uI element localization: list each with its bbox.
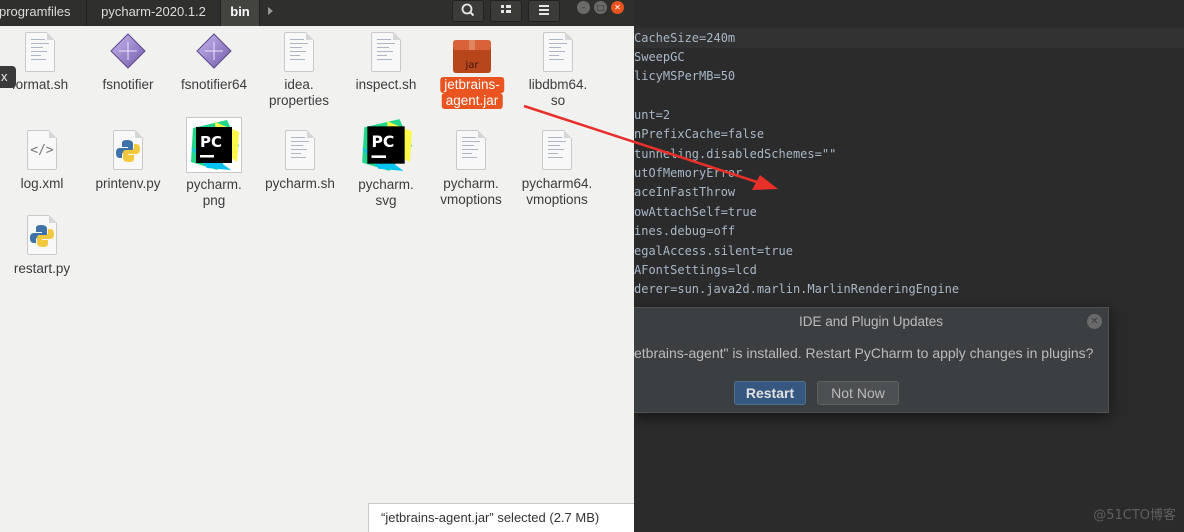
python-file-icon — [27, 215, 57, 255]
menu-button[interactable] — [528, 0, 560, 22]
not-now-button[interactable]: Not Now — [817, 381, 899, 405]
file-name: log.xml — [20, 176, 64, 191]
breadcrumb-bin[interactable]: bin — [220, 0, 260, 26]
file-name: printenv.py — [95, 176, 161, 191]
file-item[interactable]: libdbm64. so — [512, 30, 604, 110]
file-name: vmoptions — [440, 192, 502, 207]
close-icon[interactable]: ✕ — [1087, 314, 1102, 329]
breadcrumb-next-icon[interactable] — [268, 7, 273, 15]
svg-text:PC: PC — [200, 133, 222, 151]
code-line: AFontSettings=lcd — [634, 263, 757, 277]
code-line: unt=2 — [634, 108, 671, 122]
svg-text:PC: PC — [371, 133, 394, 151]
file-item[interactable]: fsnotifier — [82, 30, 174, 100]
file-item[interactable]: printenv.py — [82, 130, 174, 200]
text-file-icon — [456, 130, 486, 170]
file-item[interactable]: format.sh — [0, 30, 86, 100]
file-item[interactable]: </> log.xml — [0, 130, 88, 200]
dialog-message: etbrains-agent" is installed. Restart Py… — [634, 345, 1094, 361]
code-line: aceInFastThrow — [634, 185, 736, 199]
file-name: pycharm. — [443, 176, 499, 191]
menu-icon — [539, 5, 549, 15]
svg-text:jar: jar — [464, 60, 479, 71]
executable-icon — [195, 32, 233, 74]
file-name: pycharm64. — [521, 176, 593, 191]
text-file-icon — [543, 32, 573, 72]
code-line: licyMSPerMB=50 — [634, 69, 736, 83]
pycharm-icon: PC — [186, 117, 242, 173]
file-item[interactable]: fsnotifier64 — [168, 30, 260, 100]
text-file-icon — [285, 130, 315, 170]
file-name: agent.jar — [441, 93, 503, 109]
file-name: properties — [268, 93, 330, 108]
plugin-updates-dialog: IDE and Plugin Updates ✕ etbrains-agent"… — [634, 307, 1109, 413]
close-icon[interactable]: ✕ — [611, 1, 624, 14]
file-manager-window: programfiles pycharm-2020.1.2 bin – □ ✕ … — [0, 0, 634, 532]
search-button[interactable] — [452, 0, 484, 22]
file-name: pycharm. — [186, 177, 242, 192]
file-item[interactable]: PC pycharm. png — [168, 117, 260, 212]
minimize-icon[interactable]: – — [577, 1, 590, 14]
file-name: fsnotifier64 — [180, 77, 248, 92]
code-line: egalAccess.silent=true — [634, 244, 793, 258]
header-bar: programfiles pycharm-2020.1.2 bin – □ ✕ — [0, 0, 634, 26]
file-name: jetbrains- — [440, 77, 504, 93]
code-line: owAttachSelf=true — [634, 205, 757, 219]
file-item[interactable]: pycharm.sh — [254, 130, 346, 200]
code-line: SweepGC — [634, 50, 685, 64]
code-editor[interactable]: CacheSize=240m SweepGC licyMSPerMB=50 un… — [634, 0, 1184, 532]
file-item[interactable]: PC pycharm. svg — [340, 117, 432, 212]
file-name: idea. — [284, 77, 314, 92]
file-name: so — [550, 93, 566, 108]
file-item[interactable]: idea. properties — [253, 30, 345, 110]
dialog-title: IDE and Plugin Updates — [798, 314, 944, 329]
restart-button[interactable]: Restart — [734, 381, 806, 405]
text-file-icon — [284, 32, 314, 72]
code-line: utOfMemoryError — [634, 166, 743, 180]
breadcrumb-programfiles[interactable]: programfiles — [0, 0, 83, 26]
pycharm-icon: PC — [358, 117, 414, 173]
file-name: svg — [375, 193, 397, 208]
file-item[interactable]: restart.py — [0, 215, 88, 285]
code-line: nPrefixCache=false — [634, 127, 765, 141]
text-file-icon — [25, 32, 55, 72]
executable-icon — [109, 32, 147, 74]
code-line: CacheSize=240m — [634, 31, 736, 45]
file-name: png — [202, 193, 226, 208]
file-name: pycharm. — [358, 177, 414, 192]
file-name: vmoptions — [526, 192, 588, 207]
view-list-icon — [501, 5, 511, 13]
file-name: inspect.sh — [355, 77, 417, 92]
file-name: pycharm.sh — [265, 176, 335, 191]
file-item-selected[interactable]: jar jetbrains- agent.jar — [426, 30, 518, 110]
file-item[interactable]: pycharm. vmoptions — [425, 130, 517, 210]
code-line: derer=sun.java2d.marlin.MarlinRenderingE… — [634, 282, 960, 296]
jar-archive-icon: jar — [452, 38, 492, 78]
file-name: fsnotifier — [102, 77, 154, 92]
file-name: format.sh — [11, 77, 69, 92]
python-file-icon — [113, 130, 143, 170]
search-icon — [461, 3, 475, 17]
text-file-icon — [542, 130, 572, 170]
selection-status: “jetbrains-agent.jar” selected (2.7 MB) — [368, 503, 634, 532]
watermark: @51CTO博客 — [1093, 508, 1176, 523]
file-item[interactable]: pycharm64. vmoptions — [511, 130, 603, 210]
view-list-button[interactable] — [490, 0, 522, 22]
code-line: ines.debug=off — [634, 224, 736, 238]
file-name: restart.py — [13, 261, 71, 276]
text-file-icon — [371, 32, 401, 72]
file-name: libdbm64. — [528, 77, 588, 92]
xml-file-icon: </> — [27, 130, 57, 170]
maximize-icon[interactable]: □ — [594, 1, 607, 14]
breadcrumb-pycharm[interactable]: pycharm-2020.1.2 — [87, 0, 220, 26]
code-line: tunneling.disabledSchemes="" — [634, 147, 837, 161]
file-item[interactable]: inspect.sh — [340, 30, 432, 100]
